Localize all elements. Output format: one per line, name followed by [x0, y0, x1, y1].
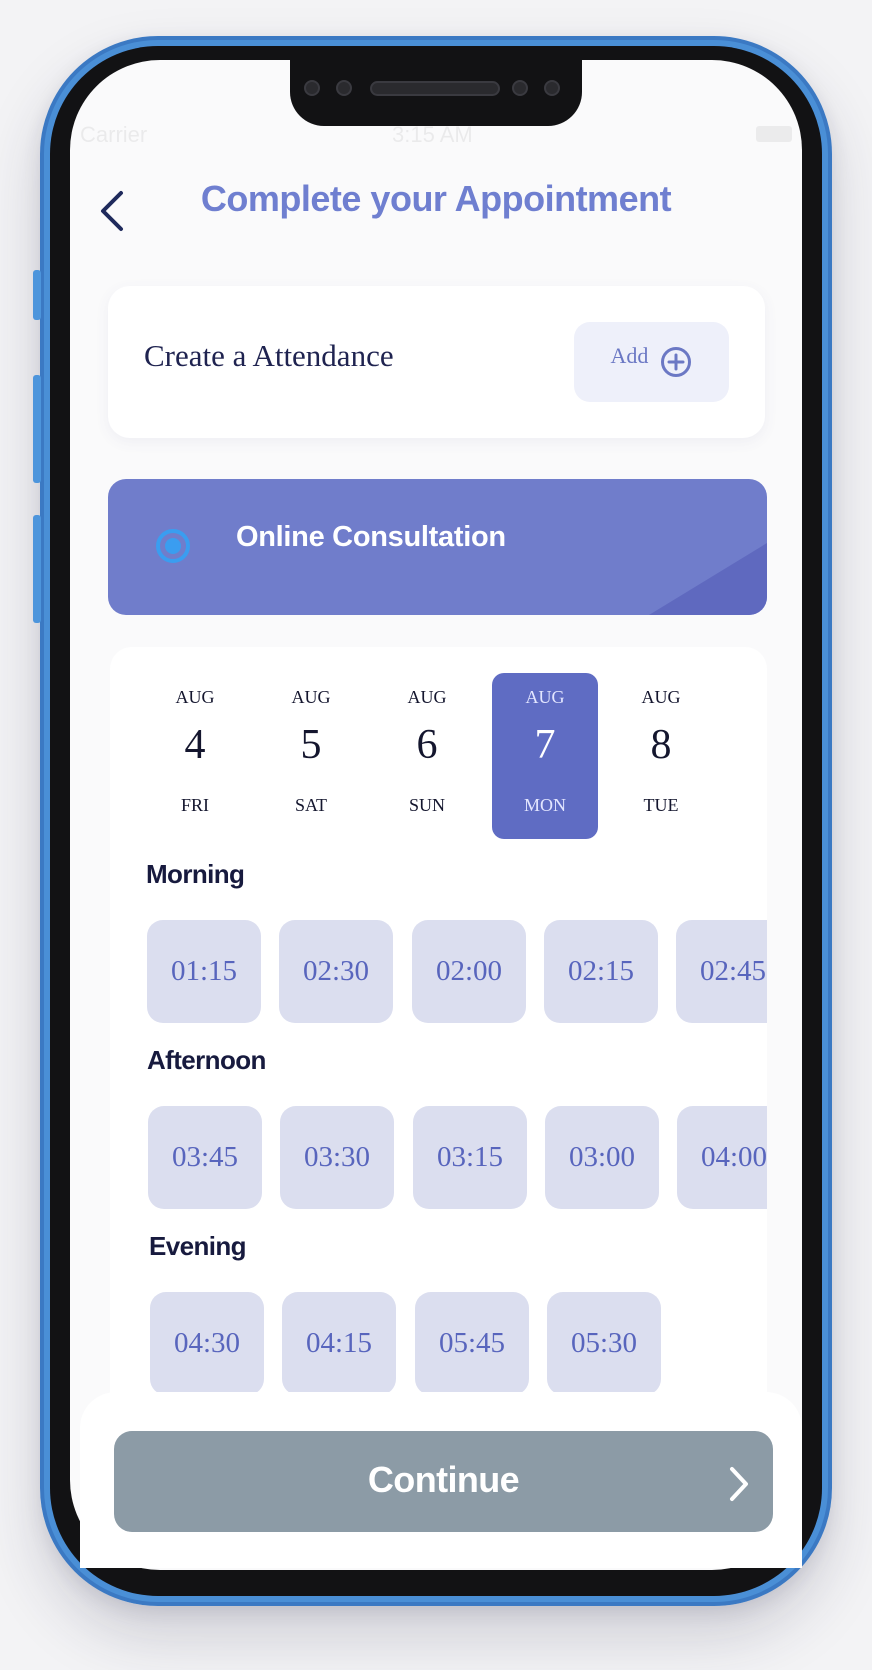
- speaker-grille: [370, 81, 500, 96]
- evening-label: Evening: [149, 1231, 247, 1261]
- date-weekday: MON: [523, 795, 566, 815]
- date-weekday: TUE: [643, 795, 679, 815]
- radio-dot: [165, 538, 181, 554]
- date-month: AUG: [407, 687, 447, 707]
- time-slot[interactable]: 03:30: [280, 1106, 394, 1209]
- date-option[interactable]: AUG 6 SUN: [374, 673, 480, 839]
- silent-switch: [33, 270, 41, 320]
- date-day: 7: [534, 722, 556, 768]
- decorative-corner: [649, 543, 767, 615]
- time-slot[interactable]: 04:15: [282, 1292, 396, 1395]
- notch: [290, 56, 582, 126]
- date-option-selected[interactable]: AUG 7 MON: [492, 673, 598, 839]
- consultation-label: Online Consultation: [236, 521, 506, 553]
- date-day: 5: [300, 722, 322, 768]
- radio-selected-icon: [156, 529, 190, 563]
- date-month: AUG: [175, 687, 215, 707]
- time-slot[interactable]: 02:30: [279, 920, 393, 1023]
- schedule-card: AUG 4 FRI AUG 5 SAT AUG 6 SUN AUG 7 MON …: [110, 647, 767, 1407]
- sensor-dot: [512, 80, 528, 96]
- date-weekday: SAT: [294, 795, 327, 815]
- date-day: 6: [416, 722, 438, 768]
- continue-button[interactable]: Continue: [114, 1431, 773, 1532]
- date-month: AUG: [641, 687, 681, 707]
- sensor-dot: [304, 80, 320, 96]
- date-day: 4: [184, 722, 206, 768]
- time-slot[interactable]: 02:15: [544, 920, 658, 1023]
- volume-up-button: [33, 375, 41, 483]
- back-button[interactable]: [92, 186, 132, 236]
- continue-label: Continue: [367, 1459, 520, 1500]
- date-option[interactable]: AUG 5 SAT: [258, 673, 364, 839]
- attendance-card: Create a Attendance Add: [108, 286, 765, 438]
- chevron-left-icon: [101, 191, 123, 231]
- battery-icon: [756, 126, 792, 142]
- status-bar: Carrier 3:15 AM: [80, 118, 792, 154]
- date-weekday: SUN: [408, 795, 445, 815]
- add-label: Add: [610, 343, 649, 368]
- attendance-label: Create a Attendance: [144, 338, 394, 373]
- morning-label: Morning: [146, 859, 245, 889]
- time-slot[interactable]: 04:30: [150, 1292, 264, 1395]
- page-title: Complete your Appointment: [200, 178, 672, 219]
- time-slot[interactable]: 05:45: [415, 1292, 529, 1395]
- status-time: 3:15 AM: [392, 122, 473, 147]
- plus-circle-icon: [661, 347, 692, 377]
- date-month: AUG: [525, 687, 565, 707]
- chevron-right-icon: [730, 1467, 748, 1501]
- add-attendance-button[interactable]: Add: [574, 322, 729, 402]
- time-slot[interactable]: 01:15: [147, 920, 261, 1023]
- date-day: 8: [650, 722, 672, 768]
- afternoon-label: Afternoon: [147, 1045, 266, 1075]
- time-slot[interactable]: 02:00: [412, 920, 526, 1023]
- sensor-dot: [336, 80, 352, 96]
- date-month: AUG: [291, 687, 331, 707]
- time-slot[interactable]: 04:00: [677, 1106, 767, 1209]
- time-slot[interactable]: 03:45: [148, 1106, 262, 1209]
- time-slot[interactable]: 02:45: [676, 920, 767, 1023]
- time-slot[interactable]: 03:15: [413, 1106, 527, 1209]
- online-consultation-option[interactable]: Online Consultation: [108, 479, 767, 615]
- time-slot[interactable]: 03:00: [545, 1106, 659, 1209]
- date-option[interactable]: AUG 4 FRI: [142, 673, 248, 839]
- camera-dot: [544, 80, 560, 96]
- date-option[interactable]: AUG 8 TUE: [608, 673, 714, 839]
- date-weekday: FRI: [180, 795, 209, 815]
- time-slot[interactable]: 05:30: [547, 1292, 661, 1395]
- volume-down-button: [33, 515, 41, 623]
- carrier-label: Carrier: [80, 122, 148, 147]
